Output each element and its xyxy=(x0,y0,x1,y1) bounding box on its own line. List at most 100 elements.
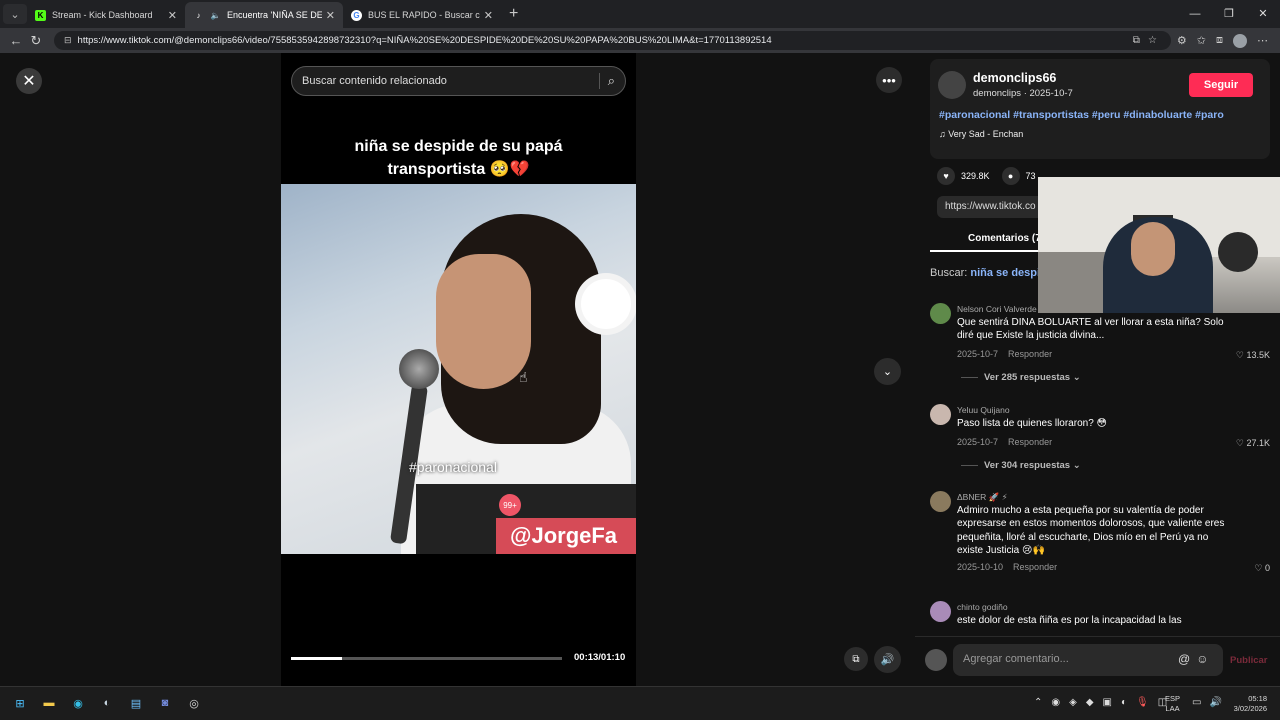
more-dots-icon: ••• xyxy=(882,72,896,88)
volume-icon[interactable]: 🔊 xyxy=(1209,697,1221,708)
window-controls: — ❐ ✕ xyxy=(1178,0,1280,28)
related-search-input[interactable]: Buscar contenido relacionado ⌕ xyxy=(291,66,626,96)
comment-text: Que sentirá DINA BOLUARTE al ver llorar … xyxy=(957,317,1224,342)
network-icon[interactable]: ▭ xyxy=(1192,697,1201,708)
video-player[interactable]: Buscar contenido relacionado ⌕ niña se d… xyxy=(281,53,636,686)
close-video-button[interactable]: ✕ xyxy=(16,68,42,94)
chevron-down-icon: ⌄ xyxy=(1072,372,1081,383)
comment-count: 73 xyxy=(1025,171,1036,181)
view-replies-link[interactable]: Ver 304 respuestas ⌄ xyxy=(961,460,1081,471)
downloads-icon[interactable]: ⧈ xyxy=(1216,34,1223,47)
commenter-name[interactable]: chinto godiño xyxy=(957,602,1008,612)
comment-like-count: 27.1K xyxy=(1246,438,1270,448)
commenter-avatar[interactable] xyxy=(930,404,951,425)
kick-icon: K xyxy=(35,9,46,21)
author-avatar[interactable] xyxy=(938,71,966,99)
reply-link[interactable]: Responder xyxy=(1008,437,1052,447)
tray-app-icon[interactable]: ◈ xyxy=(1069,697,1077,708)
commenter-avatar[interactable] xyxy=(930,303,951,324)
comment-date: 2025-10-7 xyxy=(957,437,999,447)
windows-start-icon[interactable]: ⊞ xyxy=(10,693,30,713)
restore-icon[interactable]: ❐ xyxy=(1212,0,1246,28)
clock[interactable]: 05:18 3/02/2026 xyxy=(1227,694,1267,714)
tiktok-page: ✕ Buscar contenido relacionado ⌕ niña se… xyxy=(0,53,1280,686)
tab-tiktok[interactable]: ♪ 🔈 Encuentra 'NIÑA SE DESPIDE D ✕ xyxy=(185,2,343,28)
back-icon[interactable]: ← xyxy=(6,33,26,48)
picture-in-picture-button[interactable]: ⧉ xyxy=(844,647,868,671)
like-stat[interactable]: ♥ 329.8K xyxy=(937,167,990,185)
comment-meta: 2025-10-10 Responder xyxy=(957,562,1057,572)
reload-icon[interactable]: ↻ xyxy=(26,33,46,49)
follow-button[interactable]: Seguir xyxy=(1189,73,1253,97)
notepad-icon[interactable]: ▤ xyxy=(126,693,146,713)
extensions-icon[interactable]: ⚙ xyxy=(1177,34,1187,47)
watermark-badge: 99+ xyxy=(499,494,521,516)
new-tab-icon[interactable]: + xyxy=(509,5,518,23)
comment-like[interactable]: ♡ 0 xyxy=(1254,563,1270,574)
menu-dots-icon[interactable]: ⋯ xyxy=(1257,34,1268,47)
open-in-app-icon[interactable]: ⧉ xyxy=(1133,35,1140,46)
comment-like[interactable]: ♡ 13.5K xyxy=(1236,350,1270,361)
close-tab-icon[interactable]: ✕ xyxy=(484,9,493,22)
emoji-icon[interactable]: ☺ xyxy=(1196,652,1208,666)
comment-item: chinto godiño este dolor de esta ñiña es… xyxy=(930,601,1275,636)
tray-app-icon[interactable]: ◉ xyxy=(1051,697,1060,708)
tab-google-search[interactable]: G BUS EL RAPIDO - Buscar con Goog ✕ xyxy=(343,2,501,28)
commenter-avatar[interactable] xyxy=(930,491,951,512)
comment-stat[interactable]: ● 73 xyxy=(1001,167,1036,185)
collections-icon[interactable]: ✩ xyxy=(1197,34,1206,47)
edge-icon[interactable]: ◉ xyxy=(68,693,88,713)
tray-app-icon[interactable]: ◆ xyxy=(1086,697,1094,708)
reply-link[interactable]: Responder xyxy=(1013,562,1057,572)
mention-icon[interactable]: @ xyxy=(1178,652,1190,666)
microphone-icon[interactable]: 🎙 xyxy=(1136,697,1149,708)
tab-active-indicator xyxy=(930,250,1045,252)
minimize-icon[interactable]: — xyxy=(1178,0,1212,28)
tab-actions-menu-icon[interactable]: ⌄ xyxy=(3,4,27,24)
close-tab-icon[interactable]: ✕ xyxy=(168,9,177,22)
commenter-name[interactable]: Nelson Cori Valverde xyxy=(957,304,1037,314)
commenter-name[interactable]: ΔBNER 🚀 ⚡ xyxy=(957,492,1008,503)
file-explorer-icon[interactable]: ▬ xyxy=(39,693,59,713)
tab-comments[interactable]: Comentarios (7 xyxy=(968,233,1041,244)
bookmark-star-icon[interactable]: ☆ xyxy=(1148,35,1157,46)
video-progress-bar[interactable] xyxy=(291,657,562,660)
reply-link[interactable]: Responder xyxy=(1008,349,1052,359)
commenter-name[interactable]: Yeluu Quijano xyxy=(957,405,1010,415)
view-replies-link[interactable]: Ver 285 respuestas ⌄ xyxy=(961,372,1081,383)
commenter-avatar[interactable] xyxy=(930,601,951,622)
speaker-icon[interactable]: 🔈 xyxy=(210,10,221,21)
view-replies-label: Ver 285 respuestas xyxy=(984,372,1071,383)
video-area: ✕ Buscar contenido relacionado ⌕ niña se… xyxy=(0,53,915,686)
tray-app-icon[interactable]: ▣ xyxy=(1103,697,1112,708)
steam-icon[interactable]: ◐ xyxy=(97,693,117,713)
comment-like[interactable]: ♡ 27.1K xyxy=(1236,438,1270,449)
tab-kick-dashboard[interactable]: K Stream - Kick Dashboard ✕ xyxy=(27,2,185,28)
tray-overflow-icon[interactable]: ⌃ xyxy=(1034,697,1042,708)
comment-bubble-icon: ● xyxy=(1001,167,1020,185)
music-row[interactable]: ♫ Very Sad - Enchan xyxy=(939,129,1023,139)
volume-button[interactable]: 🔊 xyxy=(874,646,901,673)
overlay-hashtag: #paronacional xyxy=(409,459,497,475)
more-options-button[interactable]: ••• xyxy=(876,67,902,93)
site-info-icon[interactable]: ⊟ xyxy=(64,35,72,46)
comment-composer: Agregar comentario... @ ☺ Publicar xyxy=(915,636,1280,686)
pip-icon: ⧉ xyxy=(852,653,860,665)
profile-avatar[interactable] xyxy=(1233,33,1247,48)
input-language[interactable]: ESP LAA xyxy=(1165,694,1180,714)
author-name[interactable]: demonclips66 xyxy=(973,71,1056,85)
close-tab-icon[interactable]: ✕ xyxy=(326,9,335,22)
address-bar[interactable]: ⊟ https://www.tiktok.com/@demonclips66/v… xyxy=(54,31,1171,50)
discord-icon[interactable]: ◙ xyxy=(155,693,175,713)
close-window-icon[interactable]: ✕ xyxy=(1246,0,1280,28)
heart-outline-icon: ♡ xyxy=(1254,563,1265,573)
browser-tab-strip: ⌄ K Stream - Kick Dashboard ✕ ♪ 🔈 Encuen… xyxy=(0,0,1280,28)
search-icon[interactable]: ⌕ xyxy=(608,73,615,89)
post-hashtags[interactable]: #paronacional #transportistas #peru #din… xyxy=(939,109,1224,121)
google-icon: G xyxy=(351,9,362,21)
details-panel: demonclips66 demonclips · 2025-10-7 Segu… xyxy=(915,53,1280,686)
publish-button[interactable]: Publicar xyxy=(1230,655,1268,666)
obs-icon[interactable]: ◎ xyxy=(184,693,204,713)
tray-steam-icon[interactable]: ◐ xyxy=(1121,697,1127,708)
next-video-button[interactable]: ⌄ xyxy=(874,358,901,385)
